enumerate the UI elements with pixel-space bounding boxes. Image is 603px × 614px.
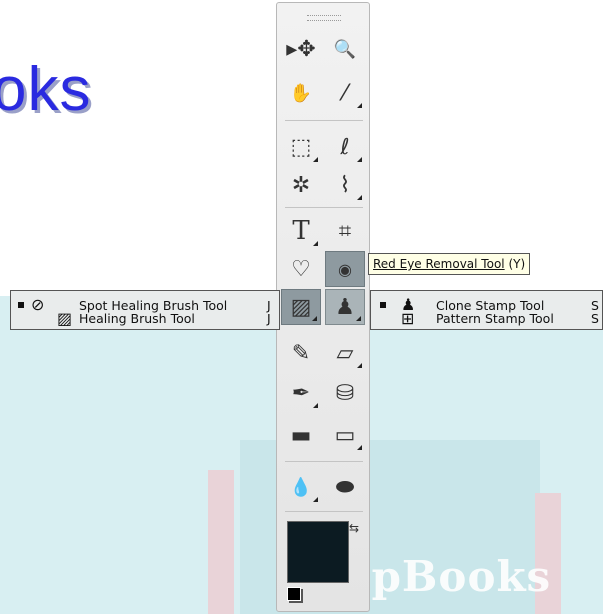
sponge-tool-icon[interactable]: ⬬	[325, 469, 365, 505]
red-eye-patch-icon[interactable]: ♡	[281, 251, 321, 287]
tools-panel: ▸✥ 🔍 ✋ ⁄ ⬚ ℓ ✲ ⌇ T ⌗ ♡ ◉ ▨ ♟ ✎ ▱ ✒ ⛁ ▬ ▭…	[276, 2, 370, 612]
separator	[285, 207, 363, 208]
magic-wand-tool-icon[interactable]: ✲	[281, 167, 321, 203]
pencil-tool-icon[interactable]: ✎	[281, 335, 321, 371]
paint-bucket-tool-icon[interactable]: ⛁	[325, 375, 365, 411]
healing-tools-flyout: ⊘ Spot Healing Brush Tool J ▨ Healing Br…	[10, 290, 280, 330]
separator	[285, 120, 363, 121]
quick-selection-tool-icon[interactable]: ⌇	[325, 167, 365, 203]
pattern-stamp-icon: ⊞	[401, 309, 415, 328]
tool-tooltip: Red Eye Removal Tool (Y)	[368, 253, 531, 275]
move-tool-icon[interactable]: ▸✥	[281, 31, 321, 67]
stamp-tool-icon[interactable]: ♟	[325, 289, 365, 325]
separator	[285, 461, 363, 462]
hand-tool-icon[interactable]: ✋	[281, 75, 321, 111]
eraser-tool-icon[interactable]: ▱	[325, 335, 365, 371]
eyedropper-tool-icon[interactable]: ⁄	[325, 75, 365, 111]
stamp-tools-flyout: ♟ Clone Stamp Tool S ⊞ Pattern Stamp Too…	[370, 290, 603, 330]
gradient-tool-icon[interactable]: ▬	[281, 417, 321, 453]
healing-brush-tool-icon[interactable]: ▨	[281, 289, 321, 325]
watermark-book-spine-left	[208, 470, 234, 614]
brush-tool-icon[interactable]: ✒	[281, 375, 321, 411]
tooltip-tool-name: Red Eye Removal Tool	[373, 257, 505, 271]
swap-colors-icon[interactable]: ⇆	[349, 521, 359, 535]
tooltip-shortcut: (Y)	[508, 257, 526, 271]
red-eye-tool-icon[interactable]: ◉	[325, 251, 365, 287]
blur-tool-icon[interactable]: 💧	[281, 469, 321, 505]
separator	[285, 511, 363, 512]
foreground-color-swatch[interactable]	[287, 521, 349, 583]
zoom-tool-icon[interactable]: 🔍	[325, 31, 365, 67]
healing-brush-icon: ▨	[57, 309, 73, 328]
menu-item-pattern-stamp[interactable]: ⊞ Pattern Stamp Tool S	[371, 307, 602, 329]
default-colors-icon[interactable]	[287, 587, 301, 601]
shape-tool-icon[interactable]: ▭	[325, 417, 365, 453]
menu-item-healing-brush[interactable]: ▨ Healing Brush Tool J	[11, 307, 279, 329]
page-heading: oks	[0, 55, 92, 124]
panel-grip[interactable]	[307, 15, 341, 21]
marquee-tool-icon[interactable]: ⬚	[281, 129, 321, 165]
lasso-tool-icon[interactable]: ℓ	[325, 129, 365, 165]
type-tool-icon[interactable]: T	[281, 213, 321, 249]
crop-tool-icon[interactable]: ⌗	[325, 213, 365, 249]
